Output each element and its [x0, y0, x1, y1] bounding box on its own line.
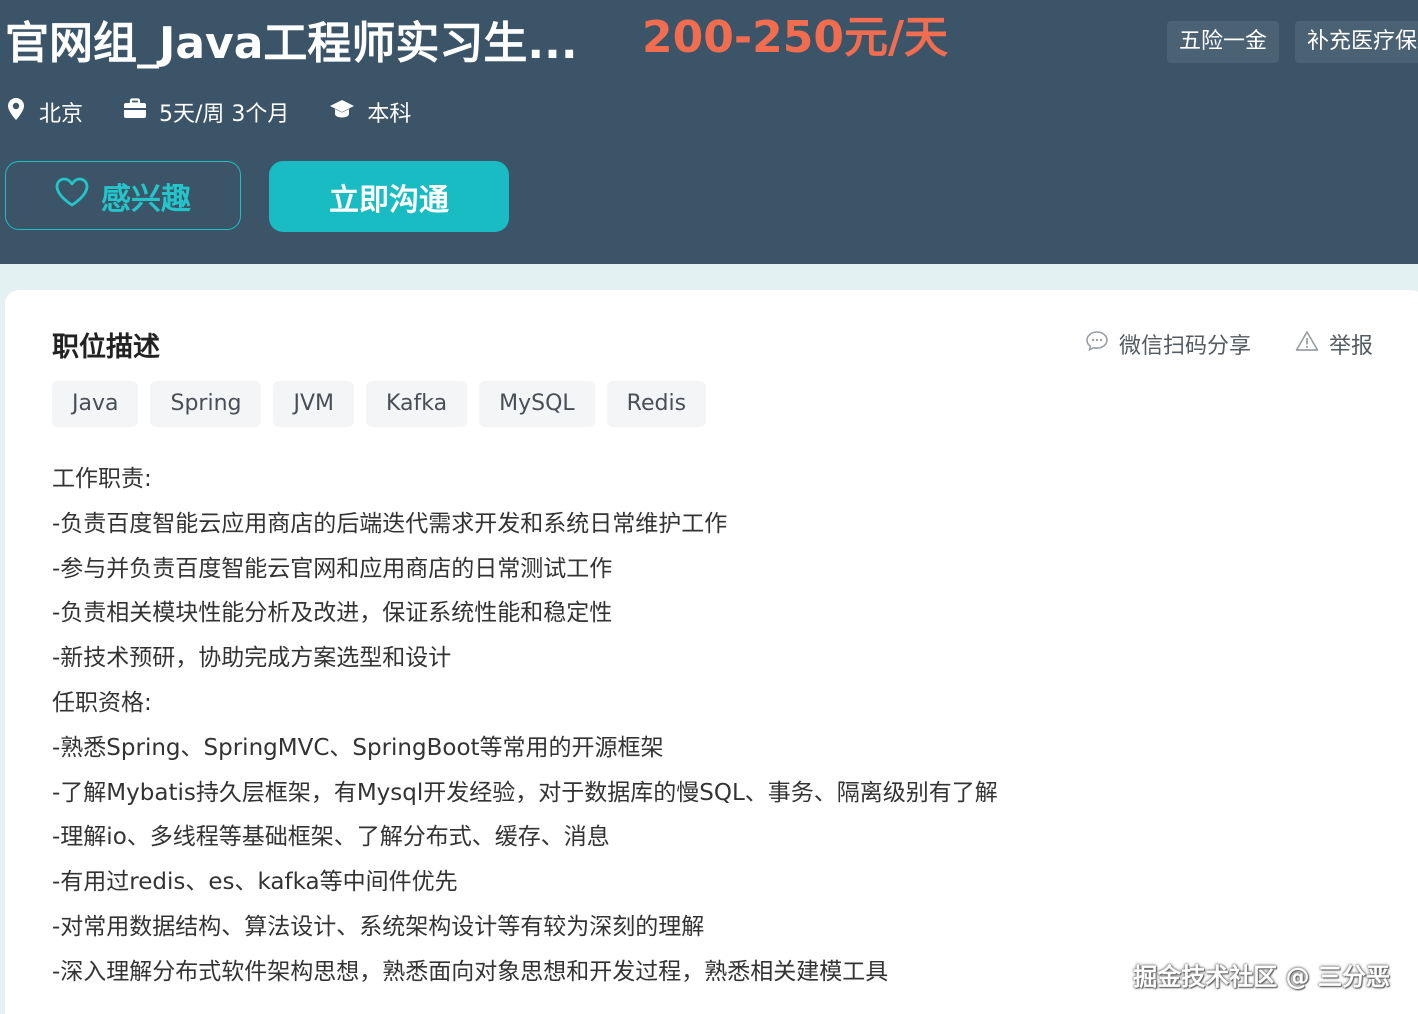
skill-tag: Kafka	[366, 381, 468, 427]
skill-tag: Redis	[606, 381, 707, 427]
description-line: -理解io、多线程等基础框架、了解分布式、缓存、消息	[52, 824, 610, 851]
job-meta-row: 北京 5天/周 3个月 本科	[5, 92, 451, 132]
chat-bubble-icon	[1085, 330, 1119, 358]
meta-schedule: 5天/周 3个月	[123, 96, 289, 128]
job-title: 官网组_Java工程师实习生...	[5, 18, 578, 69]
skill-tag: Spring	[150, 381, 262, 427]
skill-tag: JVM	[273, 381, 355, 427]
skill-tag: MySQL	[479, 381, 595, 427]
education-label: 本科	[367, 102, 412, 127]
meta-education: 本科	[329, 96, 411, 128]
description-line: -有用过redis、es、kafka等中间件优先	[52, 869, 458, 896]
description-line: 工作职责:	[52, 466, 152, 492]
share-label: 微信扫码分享	[1118, 334, 1251, 359]
meta-location: 北京	[5, 96, 83, 128]
description-line: -负责相关模块性能分析及改进，保证系统性能和稳定性	[52, 600, 613, 627]
briefcase-icon	[123, 98, 159, 126]
section-title: 职位描述	[52, 332, 160, 363]
description-line: -深入理解分布式软件架构思想，熟悉面向对象思想和开发过程，熟悉相关建模工具	[52, 958, 889, 985]
description-line: -熟悉Spring、SpringMVC、SpringBoot等常用的开源框架	[52, 734, 664, 761]
graduation-cap-icon	[329, 98, 367, 126]
warning-triangle-icon	[1295, 330, 1329, 358]
description-line: -参与并负责百度智能云官网和应用商店的日常测试工作	[52, 555, 613, 582]
salary: 200-250元/天	[642, 12, 949, 63]
benefit-tag: 五险一金	[1167, 21, 1280, 63]
description-line: -对常用数据结构、算法设计、系统架构设计等有较为深刻的理解	[52, 913, 705, 940]
job-description-card: 职位描述 微信扫码分享 举报 Java Spring JVM Kafka MyS…	[5, 290, 1418, 1014]
wechat-share-button[interactable]: 微信扫码分享	[1085, 328, 1251, 360]
skill-tag-list: Java Spring JVM Kafka MySQL Redis	[52, 381, 707, 427]
location-pin-icon	[5, 97, 39, 127]
location-label: 北京	[39, 102, 84, 127]
heart-icon	[55, 177, 101, 215]
description-line: 任职资格:	[52, 689, 152, 716]
report-button[interactable]: 举报	[1295, 328, 1373, 360]
description-line: -新技术预研，协助完成方案选型和设计	[52, 645, 452, 672]
skill-tag: Java	[52, 381, 139, 427]
job-description-text: 工作职责: -负责百度智能云应用商店的后端迭代需求开发和系统日常维护工作 -参与…	[52, 457, 998, 995]
description-line: -了解Mybatis持久层框架，有Mysql开发经验，对于数据库的慢SQL、事务…	[52, 779, 998, 806]
card-actions: 微信扫码分享 举报	[1041, 328, 1373, 360]
watermark: 掘金技术社区 @ 三分恶	[1133, 963, 1390, 991]
schedule-label: 5天/周 3个月	[159, 102, 290, 127]
description-line: -负责百度智能云应用商店的后端迭代需求开发和系统日常维护工作	[52, 510, 728, 537]
interest-button-label: 感兴趣	[101, 181, 191, 217]
report-label: 举报	[1328, 334, 1373, 359]
job-detail-page: 官网组_Java工程师实习生... 200-250元/天 五险一金 补充医疗保 …	[0, 0, 1418, 1014]
interest-button[interactable]: 感兴趣	[5, 161, 241, 230]
job-header-banner: 官网组_Java工程师实习生... 200-250元/天 五险一金 补充医疗保 …	[0, 0, 1418, 264]
benefit-tag: 补充医疗保	[1295, 21, 1418, 63]
chat-now-button[interactable]: 立即沟通	[269, 161, 509, 232]
